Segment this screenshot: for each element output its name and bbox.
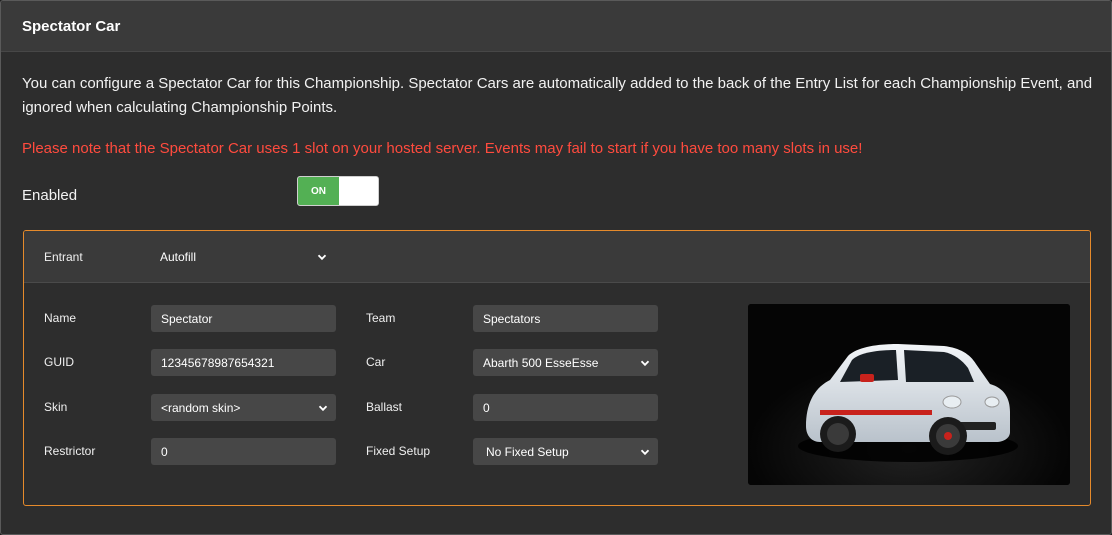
restrictor-input[interactable]: 0: [151, 438, 336, 465]
enabled-toggle[interactable]: ON: [297, 176, 379, 206]
chevron-down-icon: [640, 358, 650, 368]
skin-select-value: <random skin>: [161, 400, 241, 415]
car-preview-image: [748, 304, 1070, 485]
restrictor-label: Restrictor: [44, 444, 96, 458]
toggle-knob[interactable]: [339, 177, 378, 205]
toggle-on-label: ON: [298, 177, 339, 205]
team-label: Team: [366, 311, 396, 325]
guid-input[interactable]: 12345678987654321: [151, 349, 336, 376]
panel-title: Spectator Car: [22, 17, 121, 35]
skin-select[interactable]: <random skin>: [151, 394, 336, 421]
team-input[interactable]: Spectators: [473, 305, 658, 332]
guid-label: GUID: [44, 355, 74, 369]
panel-header: Spectator Car: [1, 1, 1111, 52]
ballast-label: Ballast: [366, 400, 403, 414]
car-label: Car: [366, 355, 386, 369]
chevron-down-icon: [317, 252, 327, 262]
fixed-setup-select-value: No Fixed Setup: [486, 444, 569, 459]
spectator-car-panel: Spectator Car You can configure a Specta…: [0, 0, 1112, 535]
fixed-setup-select[interactable]: No Fixed Setup: [473, 438, 658, 465]
entrant-label: Entrant: [44, 250, 83, 264]
skin-label: Skin: [44, 400, 68, 414]
fixed-setup-label: Fixed Setup: [366, 444, 431, 458]
car-select[interactable]: Abarth 500 EsseEsse: [473, 349, 658, 376]
enabled-label: Enabled: [22, 187, 78, 204]
entrant-select[interactable]: Autofill: [150, 243, 335, 271]
slot-warning-text: Please note that the Spectator Car uses …: [22, 140, 863, 157]
entrant-select-value: Autofill: [160, 250, 197, 264]
chevron-down-icon: [318, 403, 328, 413]
name-label: Name: [44, 311, 77, 325]
intro-text: You can configure a Spectator Car for th…: [22, 75, 1093, 116]
name-input[interactable]: Spectator: [151, 305, 336, 332]
ballast-input[interactable]: 0: [473, 394, 658, 421]
chevron-down-icon: [640, 447, 650, 457]
entrant-header: Entrant Autofill: [24, 231, 1090, 283]
entrant-box: Entrant Autofill Name Spectator GUID 123…: [23, 230, 1091, 506]
car-select-value: Abarth 500 EsseEsse: [483, 355, 599, 370]
